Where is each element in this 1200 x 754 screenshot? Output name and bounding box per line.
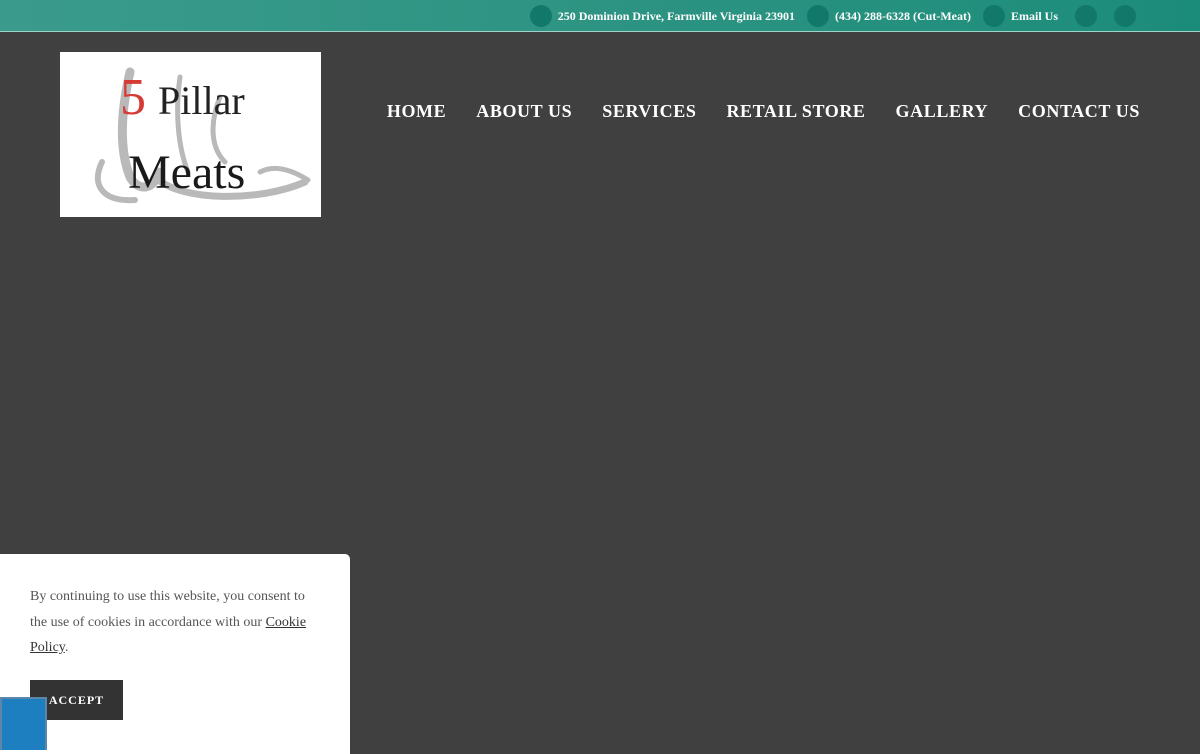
nav-gallery[interactable]: GALLERY: [896, 101, 989, 122]
cookie-message: By continuing to use this website, you c…: [30, 584, 320, 661]
main-nav: HOME ABOUT US SERVICES RETAIL STORE GALL…: [357, 101, 1140, 122]
nav-home[interactable]: HOME: [387, 101, 446, 122]
facebook-icon[interactable]: [1075, 5, 1097, 27]
logo-graphic: 5 Pillar Meats: [94, 67, 311, 204]
address-link[interactable]: 250 Dominion Drive, Farmville Virginia 2…: [529, 5, 796, 27]
logo-word-meats: Meats: [128, 146, 245, 199]
email-text: Email Us: [1010, 8, 1058, 23]
logo-number: 5: [120, 69, 146, 126]
nav-contact-us[interactable]: CONTACT US: [1018, 101, 1140, 122]
phone-text: (434) 288-6328 (Cut-Meat): [835, 8, 971, 23]
accessibility-widget-button[interactable]: [0, 697, 47, 750]
email-link[interactable]: Email Us: [982, 5, 1058, 27]
cookie-banner: By continuing to use this website, you c…: [0, 554, 350, 754]
nav-about-us[interactable]: ABOUT US: [476, 101, 572, 122]
cookie-text-after: .: [64, 640, 69, 655]
nav-services[interactable]: SERVICES: [602, 101, 696, 122]
map-marker-icon: [529, 5, 552, 27]
envelope-icon: [982, 5, 1005, 27]
address-text: 250 Dominion Drive, Farmville Virginia 2…: [557, 8, 796, 23]
logo-word-pillar: Pillar: [158, 78, 245, 123]
top-info-bar: 250 Dominion Drive, Farmville Virginia 2…: [0, 0, 1200, 32]
instagram-icon[interactable]: [1114, 5, 1136, 27]
nav-retail-store[interactable]: RETAIL STORE: [726, 101, 865, 122]
site-logo[interactable]: 5 Pillar Meats: [60, 52, 321, 217]
phone-link[interactable]: (434) 288-6328 (Cut-Meat): [807, 5, 971, 27]
cookie-text-before: By continuing to use this website, you c…: [30, 589, 305, 630]
phone-icon: [807, 5, 830, 27]
top-info-bar-items: 250 Dominion Drive, Farmville Virginia 2…: [518, 0, 1136, 32]
